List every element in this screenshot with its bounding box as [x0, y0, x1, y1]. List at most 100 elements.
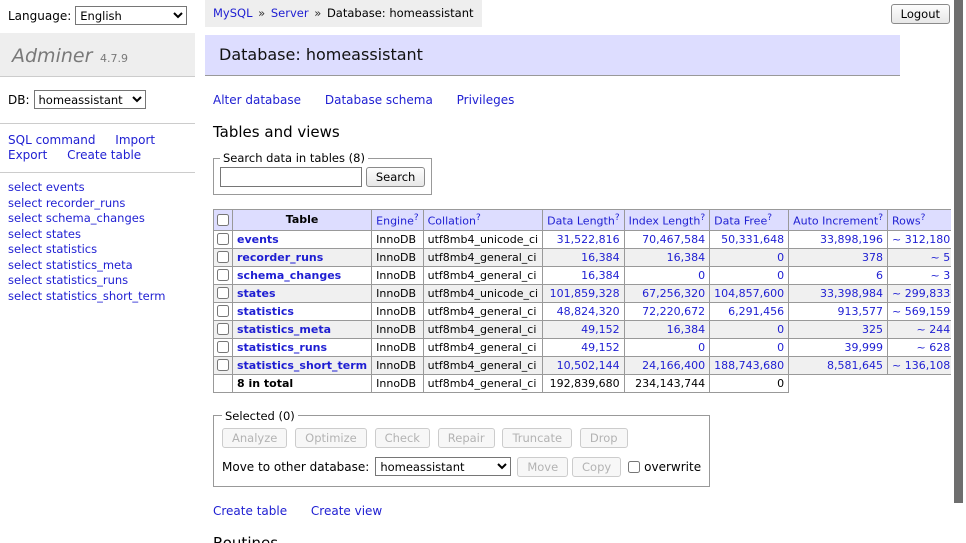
- breadcrumb-server-link[interactable]: Server: [271, 6, 309, 20]
- auto_increment-cell: 8,581,645: [789, 356, 888, 374]
- table-name-link[interactable]: statistics_meta: [237, 323, 331, 336]
- table-name-link[interactable]: states: [237, 287, 276, 300]
- overwrite-checkbox[interactable]: [628, 461, 640, 473]
- data_free-cell: 6,291,456: [710, 302, 789, 320]
- column-help-link[interactable]: ?: [414, 213, 419, 223]
- table-name-link[interactable]: events: [237, 233, 279, 246]
- row-checkbox[interactable]: [217, 359, 229, 371]
- rows-cell: ~ 312,180: [888, 230, 955, 248]
- database-action-link[interactable]: Alter database: [213, 93, 301, 107]
- table-name-cell: schema_changes: [233, 266, 372, 284]
- scrollbar[interactable]: [951, 0, 966, 543]
- breadcrumb-separator: »: [258, 6, 265, 20]
- table-row: statisticsInnoDButf8mb4_general_ci48,824…: [214, 302, 966, 320]
- row-checkbox[interactable]: [217, 251, 229, 263]
- row-checkbox[interactable]: [217, 341, 229, 353]
- db-select[interactable]: homeassistant: [34, 90, 146, 109]
- sidebar-action-link[interactable]: Create table: [67, 148, 141, 162]
- column-header-link[interactable]: Data Free: [714, 215, 767, 228]
- sidebar-table-link[interactable]: select events: [8, 180, 187, 194]
- row-checkbox[interactable]: [217, 305, 229, 317]
- row-checkbox-cell: [214, 338, 233, 356]
- database-action-link[interactable]: Database schema: [325, 93, 433, 107]
- selected-fieldset: Selected (0) Analyze Optimize Check Repa…: [213, 409, 710, 487]
- sidebar-action-link[interactable]: Export: [8, 148, 47, 162]
- move-button[interactable]: Copy: [572, 457, 621, 477]
- column-header: Collation?: [423, 210, 542, 231]
- footer-index_length-cell: 234,143,744: [624, 374, 710, 392]
- table-name-cell: statistics_short_term: [233, 356, 372, 374]
- column-help-link[interactable]: ?: [700, 213, 705, 223]
- table-name-link[interactable]: recorder_runs: [237, 251, 323, 264]
- selected-action-button[interactable]: Optimize: [295, 428, 367, 448]
- search-input[interactable]: [220, 167, 362, 187]
- select-all-checkbox[interactable]: [217, 214, 229, 226]
- table-name-link[interactable]: schema_changes: [237, 269, 341, 282]
- column-header-link[interactable]: Collation: [428, 215, 476, 228]
- move-button[interactable]: Move: [517, 457, 568, 477]
- selected-action-button[interactable]: Truncate: [502, 428, 572, 448]
- column-help-link[interactable]: ?: [476, 213, 481, 223]
- data_free-cell: 188,743,680: [710, 356, 789, 374]
- table-row: statistics_short_termInnoDButf8mb4_gener…: [214, 356, 966, 374]
- sidebar-table-link[interactable]: select statistics_short_term: [8, 289, 187, 303]
- language-select[interactable]: English: [75, 6, 187, 25]
- create-link[interactable]: Create view: [311, 504, 382, 518]
- sidebar-table-link[interactable]: select statistics: [8, 242, 187, 256]
- db-row: DB:homeassistant: [0, 77, 195, 124]
- move-database-select[interactable]: homeassistant: [375, 457, 511, 476]
- column-header-link[interactable]: Rows: [892, 215, 921, 228]
- create-link[interactable]: Create table: [213, 504, 287, 518]
- column-help-link[interactable]: ?: [615, 213, 620, 223]
- sidebar-actions-line1: SQL command Import: [8, 133, 187, 147]
- sidebar-table-link[interactable]: select states: [8, 227, 187, 241]
- breadcrumb-mysql-link[interactable]: MySQL: [213, 6, 253, 20]
- row-checkbox[interactable]: [217, 269, 229, 281]
- table-row: statistics_metaInnoDButf8mb4_general_ci4…: [214, 320, 966, 338]
- engine-cell: InnoDB: [372, 266, 423, 284]
- index_length-cell: 16,384: [624, 320, 710, 338]
- index_length-cell: 72,220,672: [624, 302, 710, 320]
- row-checkbox[interactable]: [217, 287, 229, 299]
- database-action-links: Alter database Database schema Privilege…: [213, 93, 900, 107]
- sidebar-table-link[interactable]: select statistics_meta: [8, 258, 187, 272]
- column-header: Engine?: [372, 210, 423, 231]
- selected-action-button[interactable]: Check: [375, 428, 430, 448]
- column-help-link[interactable]: ?: [921, 213, 926, 223]
- database-action-link[interactable]: Privileges: [457, 93, 515, 107]
- sidebar-table-link[interactable]: select statistics_runs: [8, 273, 187, 287]
- column-help-link[interactable]: ?: [767, 213, 772, 223]
- sidebar-action-link[interactable]: Import: [115, 133, 155, 147]
- column-header: Data Free?: [710, 210, 789, 231]
- move-buttons: Move Copy: [517, 457, 621, 477]
- row-checkbox[interactable]: [217, 233, 229, 245]
- selected-action-button[interactable]: Drop: [580, 428, 628, 448]
- scrollbar-thumb[interactable]: [954, 0, 963, 503]
- column-header-link[interactable]: Data Length: [547, 215, 615, 228]
- rows-cell: ~ 3: [888, 266, 955, 284]
- table-name-link[interactable]: statistics_short_term: [237, 359, 367, 372]
- table-name-link[interactable]: statistics: [237, 305, 294, 318]
- data_free-cell: 0: [710, 320, 789, 338]
- data_free-cell: 0: [710, 266, 789, 284]
- move-row: Move to other database: homeassistant Mo…: [222, 457, 701, 477]
- row-checkbox[interactable]: [217, 323, 229, 335]
- selected-action-button[interactable]: Repair: [438, 428, 495, 448]
- app-name: Adminer: [12, 45, 92, 67]
- sidebar-table-link[interactable]: select recorder_runs: [8, 196, 187, 210]
- footer-engine-cell: InnoDB: [372, 374, 423, 392]
- table-name-cell: states: [233, 284, 372, 302]
- column-header-label: Table: [286, 213, 319, 226]
- search-button[interactable]: Search: [366, 167, 426, 187]
- auto_increment-cell: 913,577: [789, 302, 888, 320]
- column-header-link[interactable]: Auto Increment: [793, 215, 878, 228]
- column-help-link[interactable]: ?: [878, 213, 883, 223]
- sidebar-table-link[interactable]: select schema_changes: [8, 211, 187, 225]
- column-header-link[interactable]: Engine: [376, 215, 414, 228]
- sidebar-action-link[interactable]: SQL command: [8, 133, 95, 147]
- column-header-link[interactable]: Index Length: [629, 215, 701, 228]
- selected-action-button[interactable]: Analyze: [222, 428, 287, 448]
- create-links: Create table Create view: [213, 504, 900, 518]
- rows-cell: ~ 569,159: [888, 302, 955, 320]
- table-name-link[interactable]: statistics_runs: [237, 341, 327, 354]
